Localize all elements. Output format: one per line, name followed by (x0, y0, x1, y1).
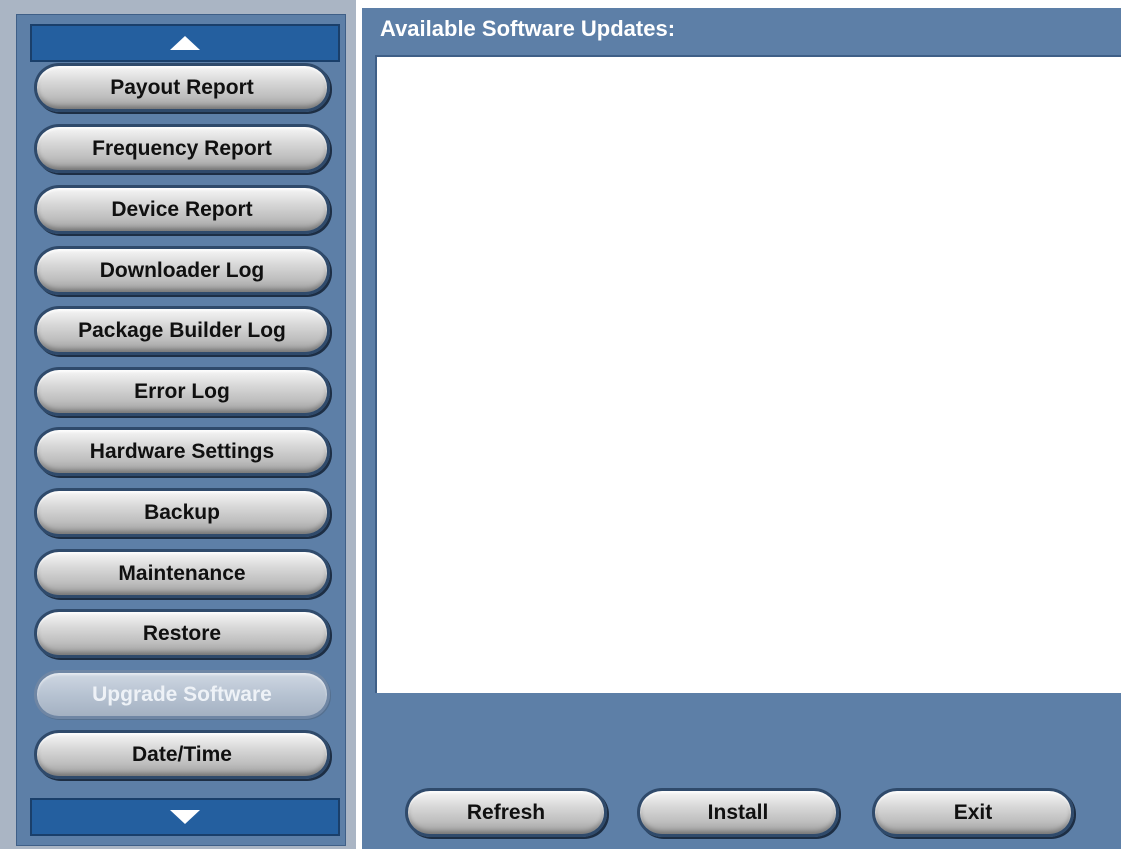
menu-button-restore[interactable]: Restore (34, 609, 330, 658)
exit-button[interactable]: Exit (872, 788, 1074, 837)
page-title: Available Software Updates: (380, 16, 676, 41)
menu-button-maintenance[interactable]: Maintenance (34, 549, 330, 598)
menu-button-payout-report[interactable]: Payout Report (34, 63, 330, 112)
triangle-up-icon (170, 36, 200, 50)
scroll-up-button[interactable] (30, 24, 340, 62)
menu-button-backup[interactable]: Backup (34, 488, 330, 537)
software-updates-list[interactable] (375, 55, 1121, 693)
install-button[interactable]: Install (637, 788, 839, 837)
menu-button-error-log[interactable]: Error Log (34, 367, 330, 416)
menu-button-package-builder-log[interactable]: Package Builder Log (34, 306, 330, 355)
menu-button-upgrade-software: Upgrade Software (34, 670, 330, 719)
menu-button-frequency-report[interactable]: Frequency Report (34, 124, 330, 173)
sidebar: Payout Report Frequency Report Device Re… (0, 0, 356, 849)
menu-button-device-report[interactable]: Device Report (34, 185, 330, 234)
scroll-down-button[interactable] (30, 798, 340, 836)
refresh-button[interactable]: Refresh (405, 788, 607, 837)
triangle-down-icon (170, 810, 200, 824)
menu-button-downloader-log[interactable]: Downloader Log (34, 246, 330, 295)
menu-button-hardware-settings[interactable]: Hardware Settings (34, 427, 330, 476)
menu-button-date-time[interactable]: Date/Time (34, 730, 330, 779)
